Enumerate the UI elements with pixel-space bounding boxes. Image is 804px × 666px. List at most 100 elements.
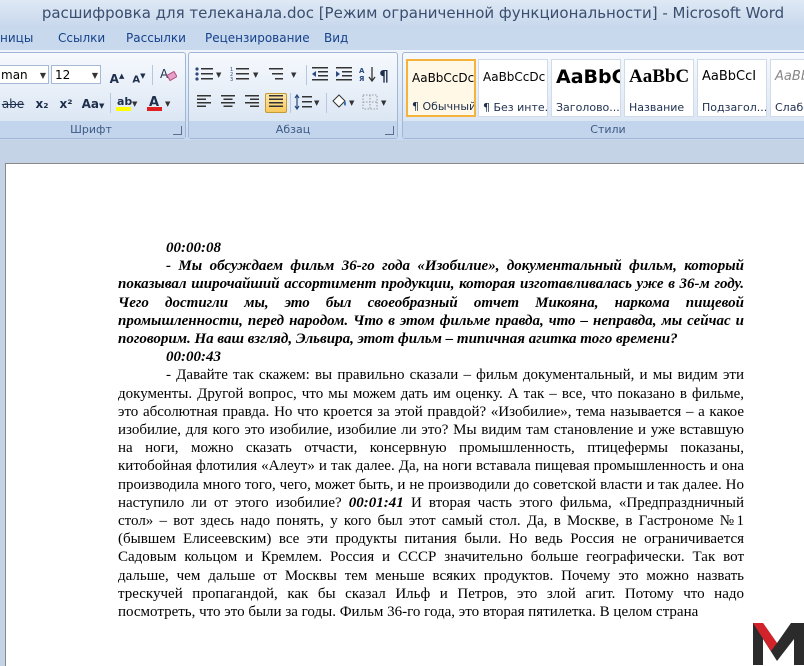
document-area[interactable]: 00:00:08 - Мы обсуждаем фильм 36-го года…	[0, 140, 804, 666]
style-subtitle[interactable]: AaBbCcI Подзагол...	[697, 59, 767, 117]
chevron-down-icon: ▼	[39, 71, 46, 80]
justify-icon	[269, 95, 283, 107]
style-name: Слабо	[775, 101, 804, 114]
document-text[interactable]: 00:00:08 - Мы обсуждаем фильм 36-го года…	[118, 239, 744, 621]
font-size-combo[interactable]: 12 ▼	[51, 65, 101, 84]
clear-format-button[interactable]: A	[157, 65, 179, 85]
style-sample: AaBbCcI	[702, 69, 757, 84]
shrink-font-icon: A	[132, 74, 141, 86]
multilevel-list-button[interactable]: ▼	[267, 65, 303, 85]
change-case-icon: Aa	[81, 97, 99, 111]
increase-indent-button[interactable]	[333, 65, 355, 85]
style-name: ¶ Без инте...	[483, 101, 548, 114]
tab-page-layout[interactable]: ницы	[0, 31, 33, 45]
show-marks-button[interactable]: ¶	[373, 65, 395, 85]
align-left-icon	[197, 95, 211, 107]
document-page[interactable]: 00:00:08 - Мы обсуждаем фильм 36-го года…	[5, 163, 804, 666]
channel-logo-icon	[753, 623, 804, 665]
strikethrough-button[interactable]: abe	[0, 93, 29, 113]
font-name-combo[interactable]: man ▼	[0, 65, 49, 84]
divider	[110, 93, 111, 113]
superscript-button[interactable]: x²	[55, 93, 77, 113]
line-spacing-icon: ▼	[294, 93, 320, 111]
svg-text:ab: ab	[117, 95, 132, 108]
font-group: man ▼ 12 ▼ A▲ A▼ A abe x₂ x² Aa▼ ab ▼ A ▼ …	[0, 52, 186, 139]
change-case-button[interactable]: Aa▼	[79, 93, 107, 113]
shrink-font-button[interactable]: A▼	[129, 65, 149, 85]
timestamp: 00:00:43	[166, 349, 221, 366]
svg-text:▼: ▼	[381, 99, 387, 107]
ribbon: man ▼ 12 ▼ A▲ A▼ A abe x₂ x² Aa▼ ab ▼ A ▼ …	[0, 50, 804, 141]
highlighter-icon: ab ▼	[116, 95, 138, 111]
svg-text:3: 3	[230, 77, 233, 82]
divider	[152, 65, 153, 85]
pilcrow-icon: ¶	[379, 67, 389, 85]
style-sample: AaBbC	[629, 66, 690, 87]
style-no-spacing[interactable]: AaBbCcDc ¶ Без инте...	[478, 59, 548, 117]
divider	[326, 93, 327, 113]
increase-indent-icon	[336, 67, 352, 81]
align-center-icon	[221, 95, 235, 107]
bullet-list-icon: ▼	[195, 67, 222, 81]
timestamp: 00:00:08	[166, 240, 221, 256]
style-name: Подзагол...	[702, 101, 767, 114]
align-center-button[interactable]	[217, 93, 239, 113]
svg-text:▼: ▼	[314, 99, 320, 107]
chevron-down-icon: ▼	[91, 71, 98, 80]
numbering-button[interactable]: 1 2 3 ▼	[229, 65, 265, 85]
paint-bucket-icon: ▼	[332, 94, 355, 108]
grow-font-icon: A	[109, 72, 119, 86]
divider	[306, 65, 307, 85]
superscript-icon: x²	[59, 97, 73, 111]
svg-text:▼: ▼	[349, 99, 355, 107]
line-spacing-button[interactable]: ▼	[293, 93, 323, 113]
style-subtle-emphasis[interactable]: AaBb Слабо	[770, 59, 804, 117]
decrease-indent-icon	[312, 67, 328, 81]
styles-group-label: Стили	[403, 121, 804, 138]
borders-icon: ▼	[362, 94, 387, 110]
paragraph-group: ▼ 1 2 3 ▼ ▼ AЯ ¶ ▼ ▼ ▼ Абзац	[188, 52, 398, 139]
window-title: расшифровка для телеканала.doc [Режим ог…	[41, 4, 785, 22]
subscript-button[interactable]: x₂	[31, 93, 53, 113]
tab-references[interactable]: Ссылки	[58, 31, 105, 45]
justify-button[interactable]	[265, 93, 287, 113]
answer-text: - Давайте так скажем: вы правильно сказа…	[118, 367, 744, 511]
svg-text:▼: ▼	[132, 100, 138, 108]
font-dialog-launcher-icon[interactable]	[173, 126, 182, 135]
bullets-button[interactable]: ▼	[193, 65, 227, 85]
paragraph-dialog-launcher-icon[interactable]	[385, 126, 394, 135]
svg-text:▼: ▼	[291, 71, 297, 79]
style-heading-1[interactable]: AaBbC Заголово...	[551, 59, 621, 117]
decrease-indent-button[interactable]	[309, 65, 331, 85]
align-right-icon	[245, 95, 259, 107]
borders-button[interactable]: ▼	[361, 93, 391, 113]
font-name-value: man	[1, 68, 28, 82]
align-left-button[interactable]	[193, 93, 215, 113]
styles-group: AaBbCcDc ¶ Обычный AaBbCcDc ¶ Без инте..…	[402, 52, 804, 139]
font-color-button[interactable]: A ▼	[145, 93, 175, 113]
tab-mailings[interactable]: Рассылки	[126, 31, 186, 45]
clear-format-icon: A	[160, 67, 178, 82]
guest-answer: - Давайте так скажем: вы правильно сказа…	[118, 366, 744, 621]
style-title[interactable]: AaBbC Название	[624, 59, 694, 117]
multilevel-list-icon: ▼	[269, 68, 297, 80]
style-name: Название	[629, 101, 685, 114]
svg-text:A: A	[160, 67, 169, 81]
svg-text:A: A	[359, 67, 365, 75]
font-size-value: 12	[55, 68, 71, 82]
svg-text:▼: ▼	[165, 100, 171, 108]
style-normal[interactable]: AaBbCcDc ¶ Обычный	[406, 59, 476, 117]
style-sample: AaBb	[775, 69, 804, 84]
font-group-label: Шрифт	[0, 121, 185, 138]
grow-font-button[interactable]: A▲	[107, 65, 127, 86]
subscript-icon: x₂	[35, 97, 49, 111]
align-right-button[interactable]	[241, 93, 263, 113]
style-name: Заголово...	[556, 101, 620, 114]
highlight-color-button[interactable]: ab ▼	[114, 93, 140, 113]
strikethrough-icon: abe	[1, 97, 25, 111]
tab-review[interactable]: Рецензирование	[205, 31, 310, 45]
tab-view[interactable]: Вид	[324, 31, 348, 45]
style-sample: AaBbCcDc	[483, 70, 546, 84]
shading-button[interactable]: ▼	[329, 93, 359, 113]
numbered-list-icon: 123▼	[230, 67, 259, 83]
